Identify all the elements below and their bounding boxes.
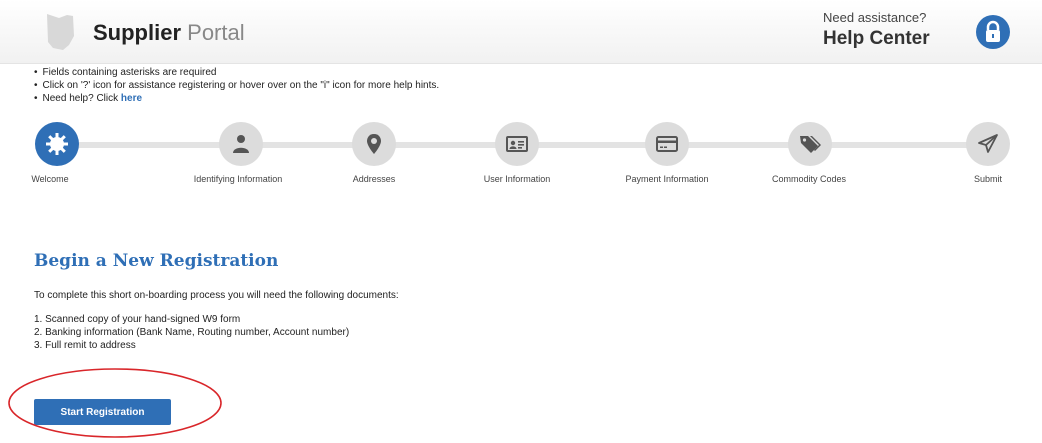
step-label: User Information (483, 174, 551, 184)
step-commodity-codes[interactable] (788, 122, 832, 166)
assist-label: Need assistance? (823, 10, 927, 25)
brand-bold: Supplier (93, 20, 182, 45)
brand-title[interactable]: Supplier Portal (93, 20, 245, 46)
id-card-icon (506, 136, 528, 152)
gear-icon (46, 133, 68, 155)
intro-text: To complete this short on-boarding proce… (34, 290, 399, 301)
hint-text: Need help? Click (42, 93, 119, 104)
step-payment-information[interactable] (645, 122, 689, 166)
step-label: Welcome (31, 174, 69, 184)
hint-item: Need help? Click here (34, 92, 439, 105)
step-label: Identifying Information (193, 174, 283, 184)
lock-icon (986, 20, 1000, 42)
login-lock-button[interactable] (976, 15, 1010, 49)
step-identifying-information[interactable] (219, 122, 263, 166)
person-icon (233, 135, 249, 153)
map-pin-icon (367, 134, 381, 154)
hint-item: Fields containing asterisks are required (34, 66, 439, 79)
step-user-information[interactable] (495, 122, 539, 166)
step-label: Payment Information (625, 174, 709, 184)
required-documents-list: 1. Scanned copy of your hand-signed W9 f… (34, 313, 349, 352)
step-welcome[interactable] (35, 122, 79, 166)
step-addresses[interactable] (352, 122, 396, 166)
step-label: Submit (973, 174, 1003, 184)
hint-item: Click on '?' icon for assistance registe… (34, 79, 440, 92)
step-label: Addresses (352, 174, 396, 184)
document-item: 3. Full remit to address (34, 340, 136, 351)
site-header: Supplier Portal Need assistance? Help Ce… (0, 0, 1042, 64)
document-item: 1. Scanned copy of your hand-signed W9 f… (34, 314, 241, 325)
page-title: Begin a New Registration (34, 251, 279, 271)
help-hints-list: Fields containing asterisks are required… (34, 66, 440, 105)
step-label: Commodity Codes (771, 174, 847, 184)
tags-icon (800, 136, 821, 153)
credit-card-icon (656, 136, 678, 152)
brand-light: Portal (187, 20, 245, 45)
step-submit[interactable] (966, 122, 1010, 166)
help-here-link[interactable]: here (121, 93, 142, 104)
ohio-logo-icon (47, 14, 74, 50)
document-item: 2. Banking information (Bank Name, Routi… (34, 327, 350, 338)
paper-plane-icon (978, 134, 998, 153)
annotation-circle (8, 368, 222, 438)
help-center-link[interactable]: Help Center (823, 28, 930, 50)
